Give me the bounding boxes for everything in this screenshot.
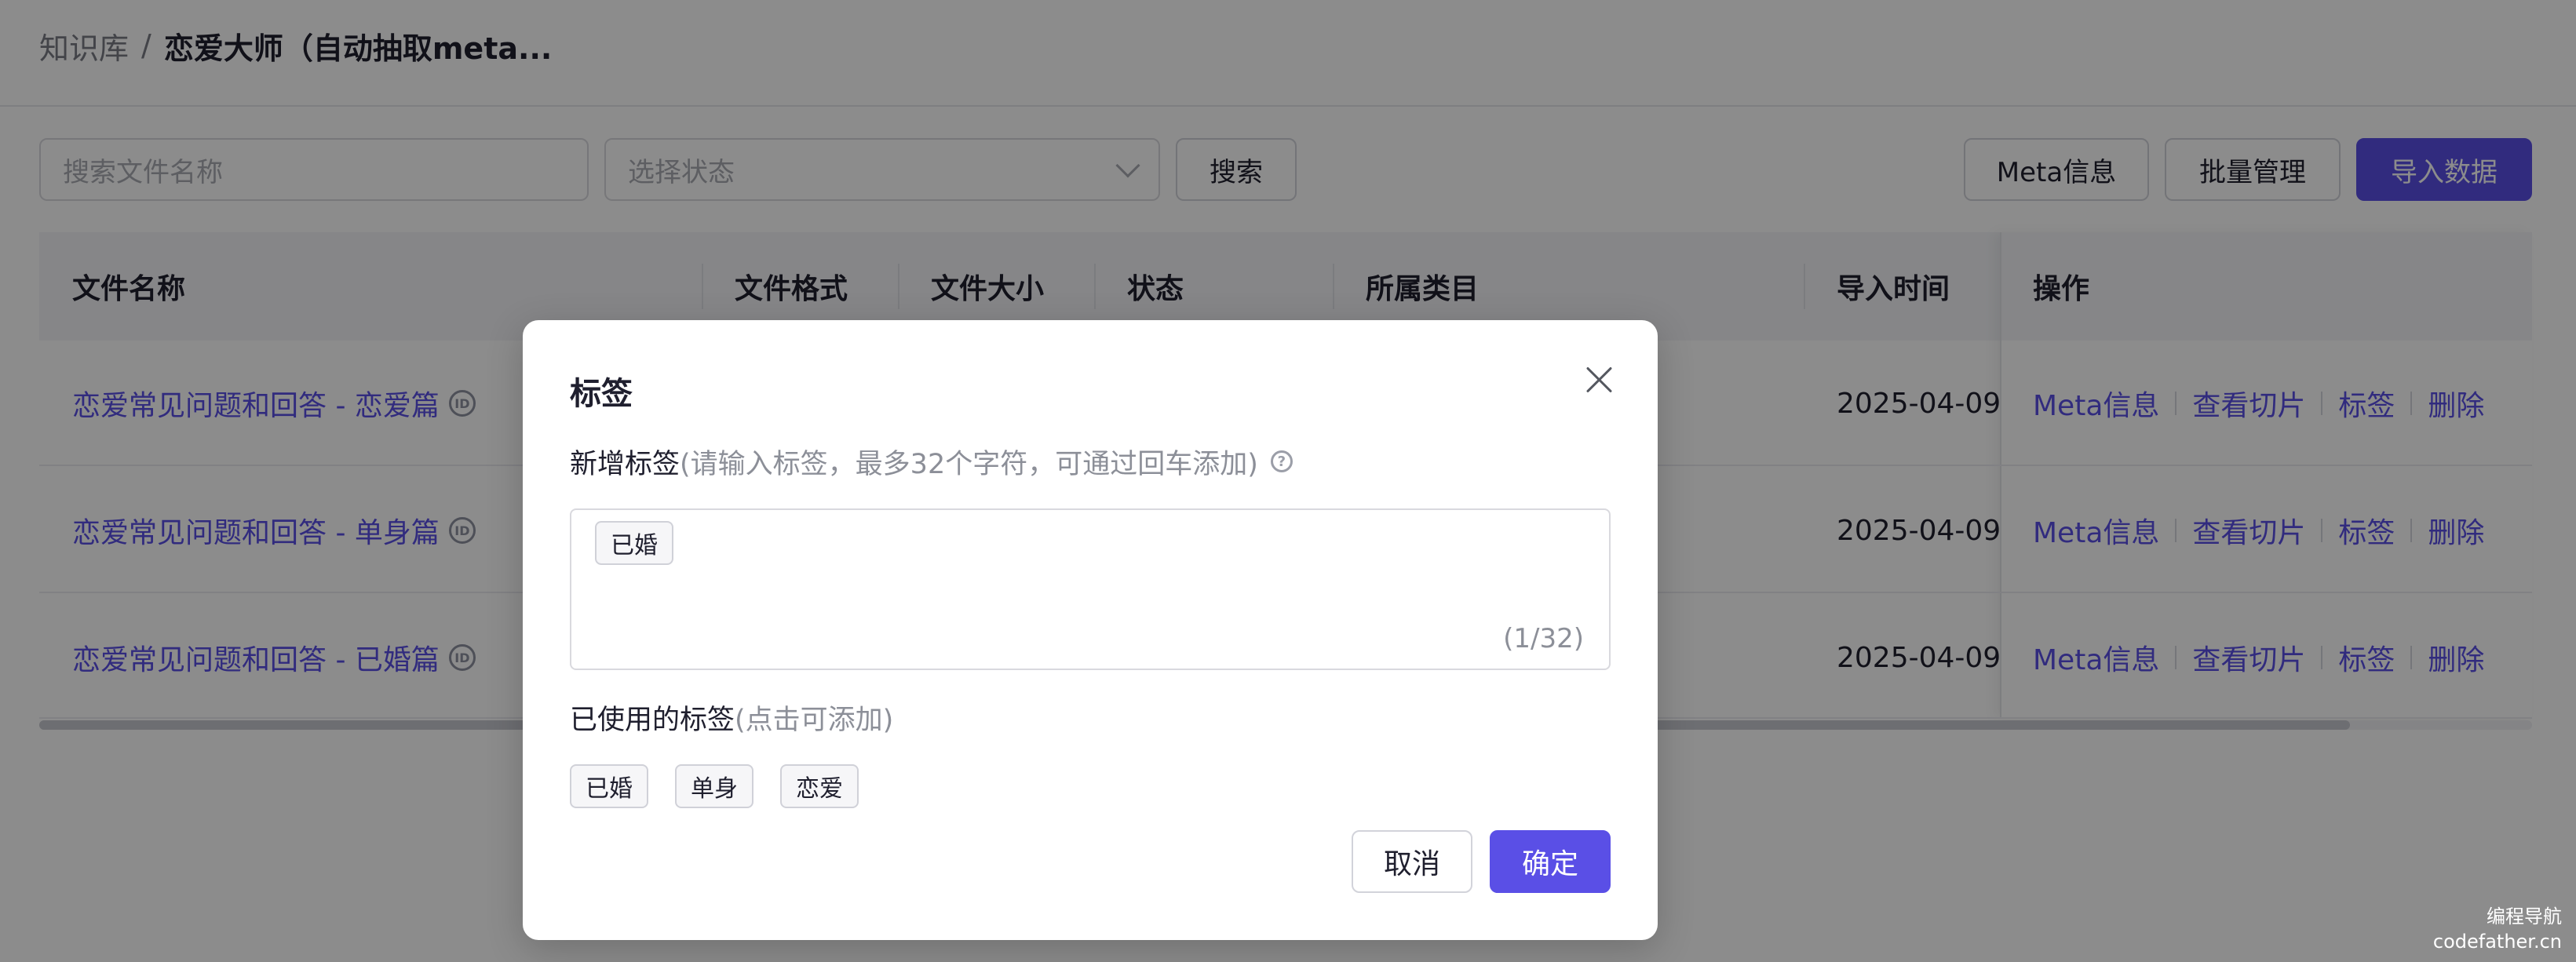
used-tag-chip-single[interactable]: 单身 [675,764,753,808]
watermark-line-1: 编程导航 [2487,906,2562,927]
used-tags-label-row: 已使用的标签 (点击可添加) [570,695,893,739]
watermark-line-2: codefather.cn [2432,931,2562,953]
used-tags-hint: (点击可添加) [735,704,894,736]
modal-title: 标签 [570,376,633,412]
confirm-button[interactable]: 确定 [1490,830,1611,893]
used-tag-chip-married[interactable]: 已婚 [570,764,648,808]
watermark: 编程导航 codefather.cn [2433,904,2562,954]
tag-modal: 标签 新增标签 (请输入标签，最多32个字符，可通过回车添加) ? 已婚 (1/… [523,320,1658,940]
new-tag-label: 新增标签 [570,448,680,480]
current-tag-chip[interactable]: 已婚 [595,521,673,565]
used-tag-chip-love[interactable]: 恋爱 [780,764,859,808]
new-tag-label-row: 新增标签 (请输入标签，最多32个字符，可通过回车添加) ? [570,439,1293,483]
close-icon[interactable] [1581,361,1618,399]
tag-counter: (1/32) [1503,623,1584,654]
tag-input-area[interactable]: 已婚 (1/32) [570,508,1611,670]
used-tags-label: 已使用的标签 [570,704,735,736]
new-tag-hint: (请输入标签，最多32个字符，可通过回车添加) [680,448,1258,480]
cancel-button[interactable]: 取消 [1352,830,1472,893]
help-icon[interactable]: ? [1270,450,1293,472]
